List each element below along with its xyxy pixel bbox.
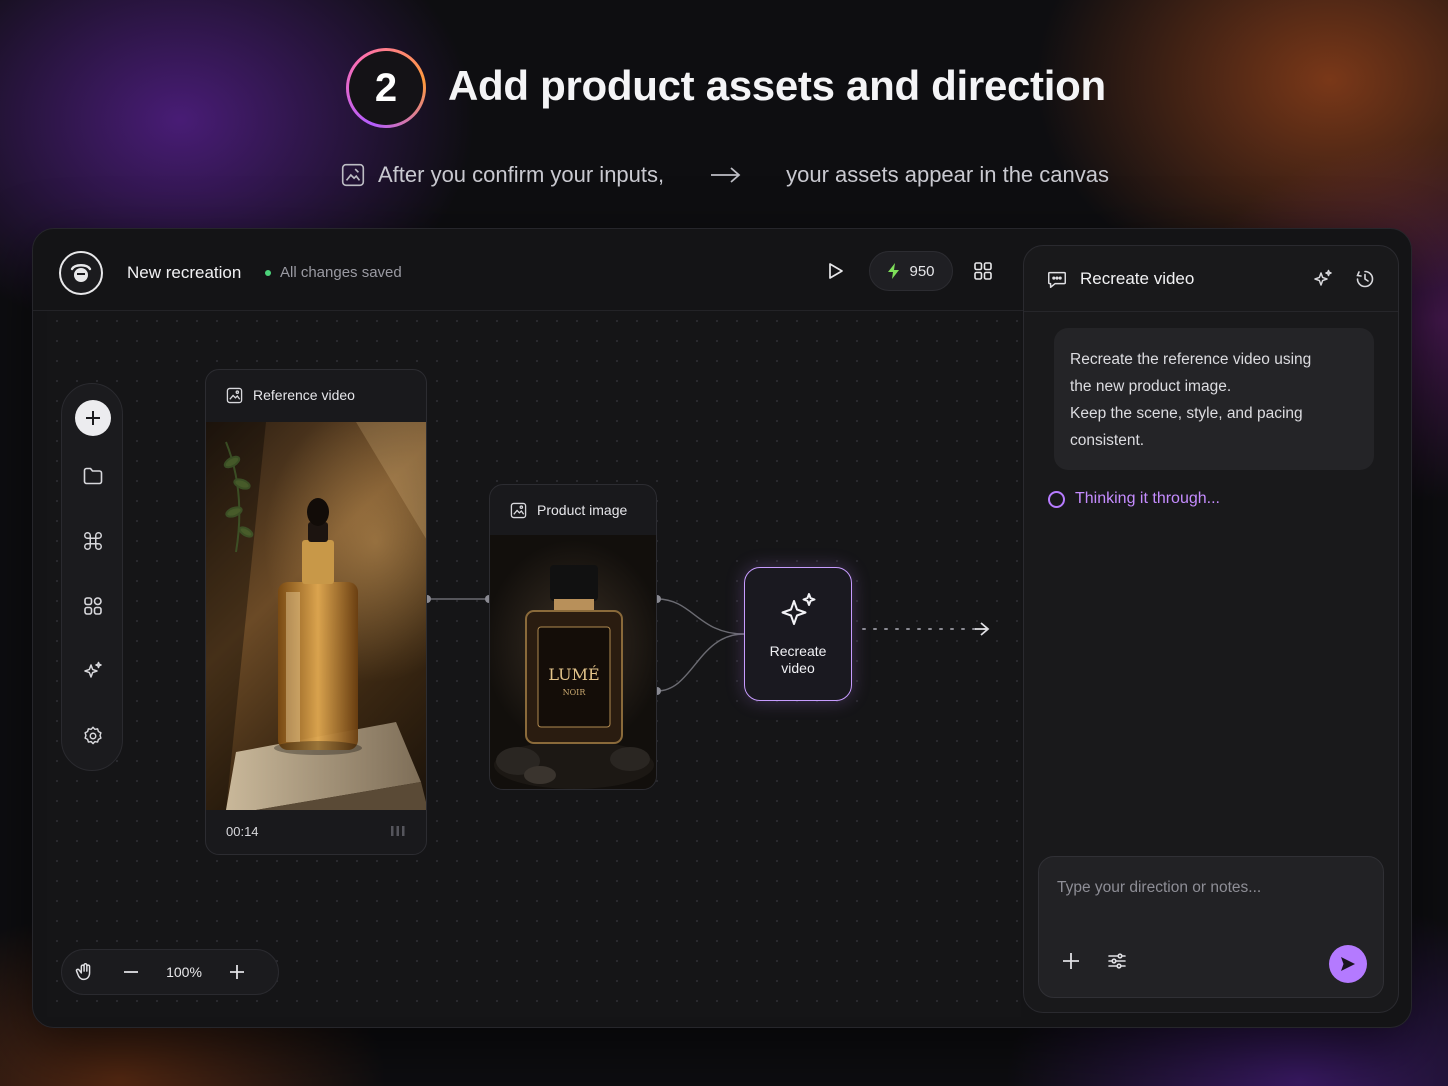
minus-icon bbox=[124, 971, 138, 973]
product-sub-text: NOIR bbox=[563, 688, 587, 697]
options-button[interactable] bbox=[1101, 945, 1133, 977]
sliders-icon bbox=[1108, 953, 1126, 969]
video-duration: 00:14 bbox=[226, 823, 259, 839]
product-image-label: Product image bbox=[537, 502, 628, 518]
subtitle-right: your assets appear in the canvas bbox=[786, 162, 1109, 187]
sparkle-icon[interactable] bbox=[1312, 268, 1334, 290]
zoom-level: 100% bbox=[166, 964, 202, 980]
product-image-header: Product image bbox=[490, 485, 656, 535]
panel-header: Recreate video bbox=[1024, 246, 1398, 312]
assistant-panel: Recreate video Recreate the reference vi… bbox=[1023, 245, 1399, 1013]
audio-bars-icon bbox=[391, 826, 405, 836]
product-image-node[interactable]: Product image LUMÉ NOIR bbox=[489, 484, 657, 790]
sparkle-icon bbox=[781, 593, 816, 625]
step-badge: 2 bbox=[346, 48, 426, 128]
hand-icon bbox=[75, 963, 91, 981]
image-icon bbox=[226, 387, 243, 403]
product-image-thumbnail: LUMÉ NOIR bbox=[490, 535, 656, 789]
reference-video-header: Reference video bbox=[206, 370, 426, 420]
recreate-line1: Recreate bbox=[769, 643, 827, 659]
recreate-line2: video bbox=[781, 660, 815, 676]
reference-video-footer: 00:14 bbox=[206, 808, 426, 854]
step-number: 2 bbox=[349, 51, 423, 125]
send-icon bbox=[1341, 957, 1355, 971]
plus-icon bbox=[230, 965, 244, 979]
hero-subtitle: After you confirm your inputs, your asse… bbox=[340, 158, 1109, 192]
chat-icon bbox=[1048, 271, 1066, 288]
zoom-controls: 100% bbox=[61, 949, 279, 995]
arrow-right-icon bbox=[711, 167, 741, 183]
thinking-text: Thinking it through... bbox=[1075, 490, 1220, 507]
history-icon[interactable] bbox=[1354, 268, 1376, 290]
loading-icon bbox=[1048, 490, 1065, 508]
user-message: Recreate the reference video using the n… bbox=[1054, 328, 1374, 470]
reference-video-label: Reference video bbox=[253, 387, 355, 403]
composer[interactable]: Type your direction or notes... bbox=[1038, 856, 1384, 998]
panel-title: Recreate video bbox=[1080, 268, 1195, 288]
reference-video-node[interactable]: Reference video 00:14 bbox=[205, 369, 427, 855]
plus-icon bbox=[1063, 953, 1079, 969]
pan-tool-button[interactable] bbox=[62, 949, 108, 995]
message-line: Recreate the reference video using bbox=[1070, 351, 1312, 368]
zoom-in-button[interactable] bbox=[214, 949, 260, 995]
reference-video-thumbnail bbox=[206, 422, 426, 810]
attach-button[interactable] bbox=[1055, 945, 1087, 977]
direction-input[interactable]: Type your direction or notes... bbox=[1057, 879, 1261, 897]
image-edit-icon bbox=[341, 163, 365, 187]
message-line: consistent. bbox=[1070, 432, 1145, 449]
app-window: New recreation All changes saved 950 Ref… bbox=[32, 228, 1412, 1028]
send-button[interactable] bbox=[1329, 945, 1367, 983]
thinking-status: Thinking it through... bbox=[1048, 490, 1220, 508]
hero-header: 2 Add product assets and direction After… bbox=[0, 0, 1448, 210]
message-line: Keep the scene, style, and pacing bbox=[1070, 405, 1303, 422]
product-brand-text: LUMÉ bbox=[548, 664, 599, 684]
hero-title: Add product assets and direction bbox=[448, 62, 1106, 109]
recreate-video-node[interactable]: Recreate video bbox=[744, 567, 852, 701]
message-line: the new product image. bbox=[1070, 378, 1232, 395]
image-icon bbox=[510, 502, 527, 518]
zoom-out-button[interactable] bbox=[108, 949, 154, 995]
subtitle-left: After you confirm your inputs, bbox=[378, 162, 665, 187]
